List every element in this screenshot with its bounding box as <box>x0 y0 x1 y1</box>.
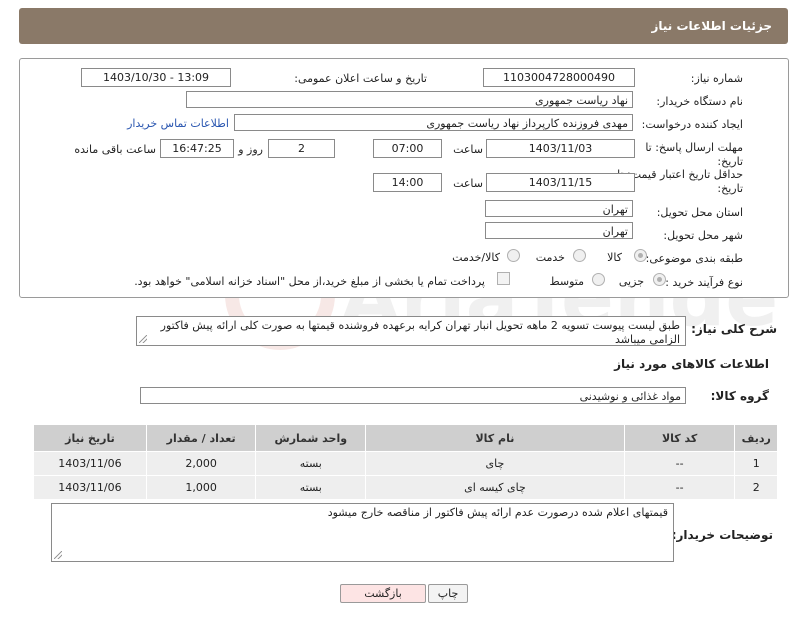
validity-time-label: ساعت <box>453 177 483 190</box>
buyer-notes-text: قیمتهای اعلام شده درصورت عدم ارائه پیش ف… <box>327 506 668 519</box>
goods-group-field: مواد غذائی و نوشیدنی <box>140 387 686 404</box>
category-option-service: خدمت <box>535 251 565 264</box>
creator-field: مهدی فروزنده کارپرداز نهاد ریاست جمهوری <box>234 114 633 131</box>
province-field: تهران <box>485 200 633 217</box>
col-name-header: نام کالا <box>365 424 625 452</box>
purchase-option-medium: متوسط <box>549 275 584 288</box>
buyer-notes-label: توضیحات خریدار: <box>671 528 773 542</box>
deadline-label: مهلت ارسال پاسخ: تا تاریخ: <box>645 141 743 168</box>
goods-section-title: اطلاعات کالاهای مورد نیاز <box>614 357 769 371</box>
deadline-time-field: 07:00 <box>373 139 442 158</box>
validity-time-field: 14:00 <box>373 173 442 192</box>
purchase-type-label: نوع فرآیند خرید : <box>665 276 743 289</box>
page-header: جزئیات اطلاعات نیاز <box>19 8 788 44</box>
goods-table: ردیف کد کالا نام کالا واحد شمارش تعداد /… <box>33 424 778 500</box>
buyer-contact-link[interactable]: اطلاعات تماس خریدار <box>127 117 229 130</box>
announce-date-field: 1403/10/30 - 13:09 <box>81 68 231 87</box>
page-title: جزئیات اطلاعات نیاز <box>651 19 772 33</box>
col-date-header: تاریخ نیاز <box>33 424 147 452</box>
need-number-field: 1103004728000490 <box>483 68 635 87</box>
need-number-label: شماره نیاز: <box>690 72 743 85</box>
city-label: شهر محل تحویل: <box>663 229 743 242</box>
category-radio-service[interactable] <box>573 249 586 262</box>
resize-grip-icon[interactable] <box>139 335 147 343</box>
buyer-org-field: نهاد ریاست جمهوری <box>186 91 633 108</box>
print-button[interactable]: چاپ <box>428 584 468 603</box>
deadline-time-label: ساعت <box>453 143 483 156</box>
table-header-row: ردیف کد کالا نام کالا واحد شمارش تعداد /… <box>33 424 778 452</box>
col-qty-header: تعداد / مقدار <box>145 424 257 452</box>
deadline-date-field: 1403/11/03 <box>486 139 635 158</box>
creator-label: ایجاد کننده درخواست: <box>641 118 743 131</box>
cell-unit: بسته <box>255 475 367 500</box>
days-label: روز و <box>238 143 263 156</box>
goods-group-label: گروه کالا: <box>710 389 769 403</box>
category-option-goods: کالا <box>607 251 622 264</box>
treasury-payment-checkbox[interactable] <box>497 272 510 285</box>
days-remaining-field: 2 <box>268 139 335 158</box>
buyer-notes-textarea: قیمتهای اعلام شده درصورت عدم ارائه پیش ف… <box>51 503 674 562</box>
table-row: 2 -- چای کیسه ای بسته 1,000 1403/11/06 <box>33 475 778 500</box>
col-code-header: کد کالا <box>623 424 736 452</box>
col-unit-header: واحد شمارش <box>255 424 367 452</box>
cell-date: 1403/11/06 <box>33 475 147 500</box>
category-option-goods-service: کالا/خدمت <box>452 251 500 264</box>
cell-code: -- <box>623 475 736 500</box>
cell-unit: بسته <box>255 451 367 476</box>
province-label: استان محل تحویل: <box>656 206 743 219</box>
purchase-radio-medium[interactable] <box>592 273 605 286</box>
remaining-time-field: 16:47:25 <box>160 139 234 158</box>
cell-name: چای <box>365 451 625 476</box>
treasury-payment-note: پرداخت تمام یا بخشی از مبلغ خرید،از محل … <box>134 275 485 288</box>
cell-qty: 2,000 <box>145 451 257 476</box>
table-row: 1 -- چای بسته 2,000 1403/11/06 <box>33 451 778 476</box>
description-label: شرح کلی نیاز: <box>691 322 777 336</box>
cell-row: 1 <box>734 451 778 476</box>
cell-qty: 1,000 <box>145 475 257 500</box>
description-textarea: طبق لیست پیوست تسویه 2 ماهه تحویل انبار … <box>136 316 686 346</box>
cell-name: چای کیسه ای <box>365 475 625 500</box>
purchase-radio-minor[interactable] <box>653 273 666 286</box>
buyer-org-label: نام دستگاه خریدار: <box>656 95 743 108</box>
category-radio-goods-service[interactable] <box>507 249 520 262</box>
category-radio-goods[interactable] <box>634 249 647 262</box>
resize-grip-icon[interactable] <box>54 551 62 559</box>
city-field: تهران <box>485 222 633 239</box>
cell-code: -- <box>623 451 736 476</box>
announce-date-label: تاریخ و ساعت اعلان عمومی: <box>294 72 427 85</box>
purchase-option-minor: جزیی <box>618 275 644 288</box>
back-button[interactable]: بازگشت <box>340 584 426 603</box>
cell-date: 1403/11/06 <box>33 451 147 476</box>
remaining-time-label: ساعت باقی مانده <box>74 143 156 156</box>
validity-date-field: 1403/11/15 <box>486 173 635 192</box>
cell-row: 2 <box>734 475 778 500</box>
col-row-header: ردیف <box>734 424 778 452</box>
description-text: طبق لیست پیوست تسویه 2 ماهه تحویل انبار … <box>160 319 680 346</box>
category-label: طبقه بندی موضوعی: <box>645 252 743 265</box>
